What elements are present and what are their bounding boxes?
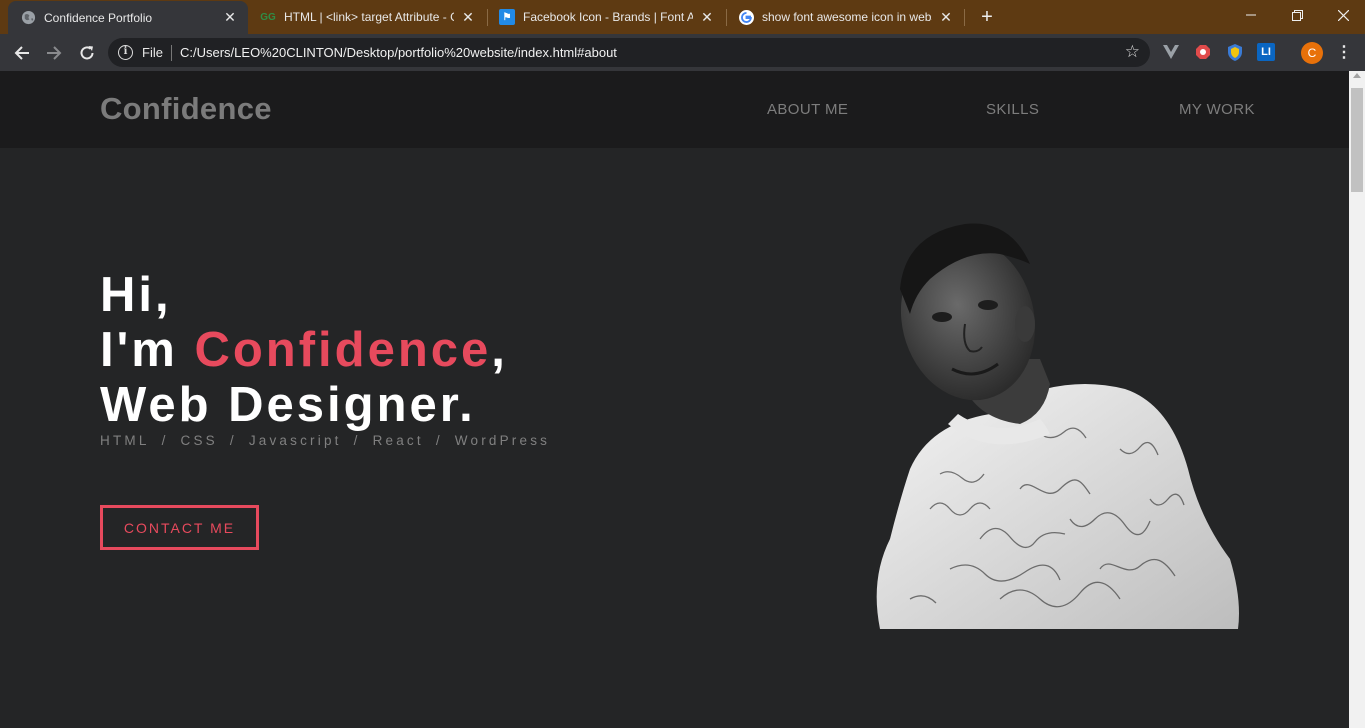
skill-separator: / [435,433,443,448]
url-text[interactable]: C:/Users/LEO%20CLINTON/Desktop/portfolio… [180,45,617,60]
menu-dots-icon[interactable]: ⋮ [1334,42,1354,64]
adblock-icon[interactable] [1193,42,1213,62]
geeksforgeeks-icon: GG [260,11,276,23]
close-tab-icon[interactable]: ✕ [222,9,238,26]
vuejs-devtools-icon[interactable] [1161,42,1181,62]
nav-skills[interactable]: SKILLS [986,101,1039,118]
tab-confidence-portfolio[interactable]: Confidence Portfolio ✕ [8,1,248,34]
nav-my-work[interactable]: MY WORK [1179,101,1255,118]
skill-separator: / [161,433,169,448]
minimize-icon[interactable] [1228,0,1274,30]
forward-arrow-icon[interactable] [42,41,66,65]
skill-item: React [372,433,424,448]
scroll-up-icon[interactable] [1353,73,1361,78]
skill-separator: / [229,433,237,448]
skill-item: WordPress [454,433,551,448]
flag-icon: ⚑ [499,9,515,25]
restore-icon[interactable] [1274,0,1320,30]
nav-about-me[interactable]: ABOUT ME [767,101,848,118]
close-tab-icon[interactable]: ✕ [699,9,715,25]
tab-show-font-awesome[interactable]: show font awesome icon in webs ✕ [726,0,964,34]
google-icon [738,9,754,25]
site-header: Confidence ABOUT ME SKILLS MY WORK [0,71,1349,148]
tab-title: HTML | <link> target Attribute - G [284,10,454,24]
page-viewport: Confidence ABOUT ME SKILLS MY WORK Hi, I… [0,71,1349,728]
browser-tab-bar: Confidence Portfolio ✕ GG HTML | <link> … [0,0,1365,34]
skill-item: CSS [180,433,218,448]
back-arrow-icon[interactable] [10,41,34,65]
skills-list: HTML / CSS / Javascript / React / WordPress [100,433,550,448]
close-tab-icon[interactable]: ✕ [938,9,954,25]
linkedin-icon[interactable]: LI [1257,43,1275,61]
hero-intro-suffix: , [491,323,508,377]
scrollbar-thumb[interactable] [1351,88,1363,192]
tab-title: show font awesome icon in webs [762,10,932,24]
address-bar[interactable]: i File C:/Users/LEO%20CLINTON/Desktop/po… [108,38,1150,67]
tab-title: Confidence Portfolio [44,10,153,25]
contact-me-button[interactable]: CONTACT ME [100,505,259,550]
reload-icon[interactable] [75,41,99,65]
hero-name: Confidence [194,323,492,377]
tab-separator [964,9,965,26]
address-divider [171,45,172,61]
hero-greeting: Hi, [100,268,172,322]
profile-avatar[interactable]: C [1301,42,1323,64]
close-window-icon[interactable] [1320,0,1365,30]
scheme-label: File [142,45,163,60]
skill-separator: / [353,433,361,448]
hero-intro-prefix: I'm [100,323,195,377]
bookmark-star-icon[interactable]: ☆ [1125,42,1140,62]
skill-item: Javascript [248,433,342,448]
page-scrollbar[interactable] [1349,71,1365,728]
hero-intro: I'm Confidence, [100,322,508,378]
tab-title: Facebook Icon - Brands | Font Aw [523,10,693,24]
site-logo[interactable]: Confidence [100,91,272,127]
globe-icon [20,10,36,26]
tab-facebook-icon[interactable]: ⚑ Facebook Icon - Brands | Font Aw ✕ [487,0,725,34]
skill-item: HTML [100,433,150,448]
tab-html-link-target[interactable]: GG HTML | <link> target Attribute - G ✕ [248,0,486,34]
site-info-icon[interactable]: i [118,45,133,60]
browser-toolbar: i File C:/Users/LEO%20CLINTON/Desktop/po… [0,34,1365,71]
shield-extension-icon[interactable] [1225,42,1245,62]
profile-photo [876,223,1239,629]
close-tab-icon[interactable]: ✕ [460,9,476,25]
hero-role: Web Designer. [100,378,476,432]
new-tab-button[interactable]: + [977,7,997,27]
